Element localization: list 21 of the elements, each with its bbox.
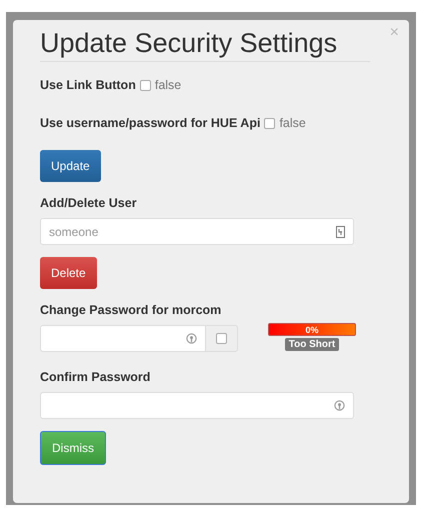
option-value: false: [279, 116, 306, 130]
checkbox[interactable]: [264, 118, 276, 128]
field-label: Change Password for morcom: [40, 303, 222, 317]
key-icon: [186, 333, 197, 344]
strength-label: Too Short: [284, 338, 340, 351]
dialog-title: Update Security Settings: [40, 28, 370, 62]
checkbox[interactable]: [216, 333, 227, 344]
update-button[interactable]: Update: [40, 150, 101, 182]
strength-meter: 0%: [268, 323, 356, 336]
field-label: Confirm Password: [40, 370, 152, 384]
delete-button[interactable]: Delete: [40, 257, 97, 289]
option-label: Use username/password for HUE Api: [40, 116, 260, 130]
option-value: false: [154, 78, 182, 92]
dismiss-button[interactable]: Dismiss: [40, 431, 106, 465]
checkbox[interactable]: [140, 80, 151, 90]
key-icon: [334, 400, 345, 411]
password-field[interactable]: [40, 325, 206, 352]
username-field[interactable]: someone: [40, 218, 354, 245]
confirm-password-field[interactable]: [40, 392, 354, 419]
option-label: Use Link Button: [40, 78, 136, 92]
field-label: Add/Delete User: [40, 196, 138, 210]
